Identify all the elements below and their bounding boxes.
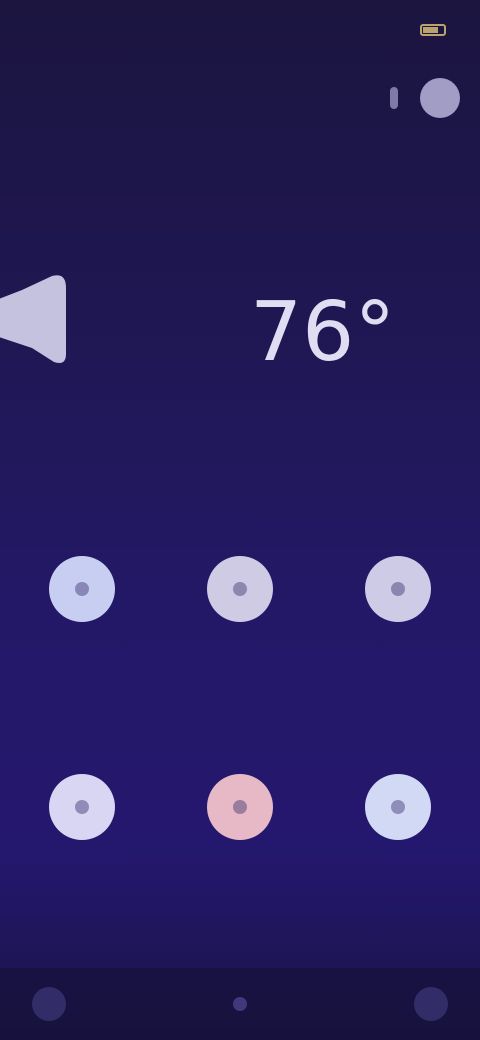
page-title: [14, 138, 466, 216]
nav-recents-button[interactable]: [414, 987, 448, 1021]
tile-1[interactable]: [12, 556, 152, 636]
tile-4[interactable]: [12, 774, 152, 854]
mic-icon[interactable]: [390, 87, 398, 109]
circle-icon: [233, 800, 247, 814]
tile-circle: [207, 556, 273, 622]
circle-icon: [233, 582, 247, 596]
nav-back-button[interactable]: [32, 987, 66, 1021]
top-icons: [390, 78, 460, 118]
avatar[interactable]: [420, 78, 460, 118]
tile-circle: [49, 774, 115, 840]
tile-2[interactable]: [170, 556, 310, 636]
tile-3[interactable]: [328, 556, 468, 636]
top-row: [60, 76, 460, 120]
weather-icon: [0, 275, 66, 363]
circle-icon: [391, 800, 405, 814]
tile-circle: [365, 556, 431, 622]
status-right: [412, 24, 446, 36]
circle-icon: [75, 800, 89, 814]
tile-circle: [207, 774, 273, 840]
bottom-nav: [0, 968, 480, 1040]
tile-circle: [365, 774, 431, 840]
status-bar: [0, 0, 480, 60]
tile-6[interactable]: [328, 774, 468, 854]
nav-home-button[interactable]: [233, 997, 247, 1011]
circle-icon: [75, 582, 89, 596]
temperature: 76°: [250, 285, 396, 380]
tile-5[interactable]: [170, 774, 310, 854]
tile-circle: [49, 556, 115, 622]
circle-icon: [391, 582, 405, 596]
battery-icon: [420, 24, 446, 36]
